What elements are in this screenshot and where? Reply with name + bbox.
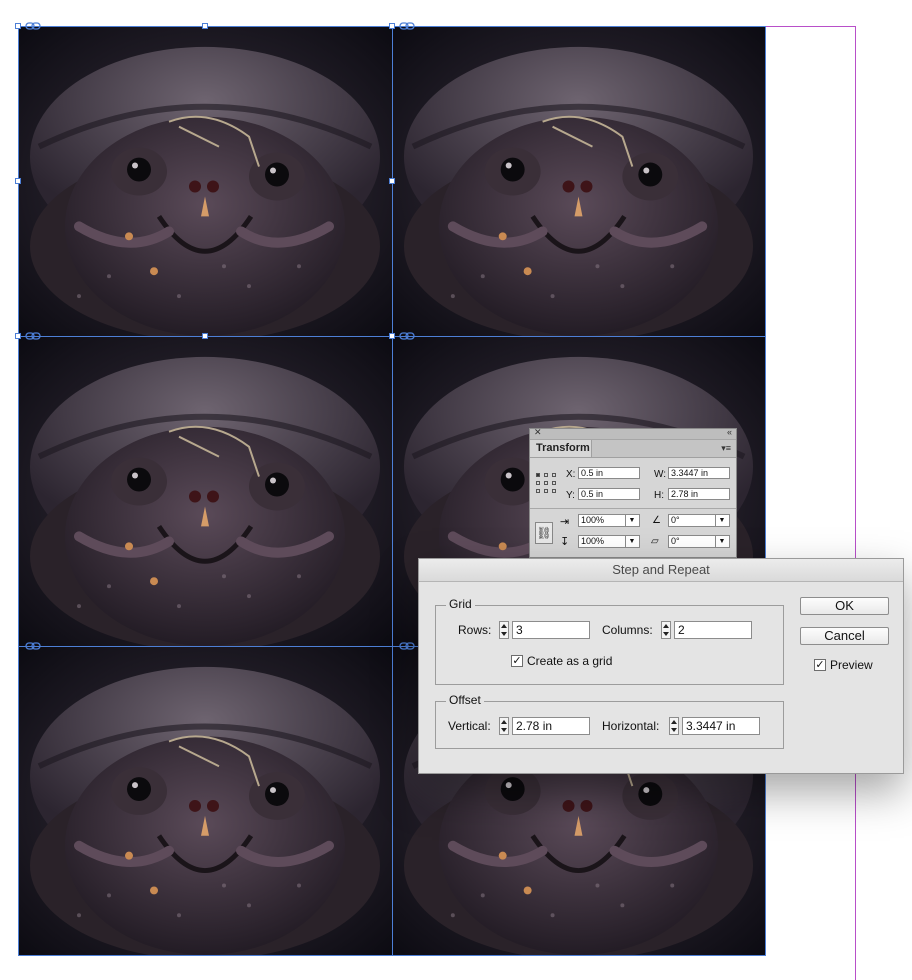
rows-label: Rows: — [458, 623, 492, 637]
image-frame-r1c2[interactable] — [392, 26, 766, 337]
shear-icon: ▱ — [651, 536, 659, 547]
y-field[interactable]: 0.5 in — [578, 488, 640, 500]
rows-stepper[interactable] — [499, 621, 509, 639]
vertical-stepper[interactable] — [499, 717, 509, 735]
selection-handle-ml[interactable] — [15, 178, 21, 184]
transform-panel-tabrow: Transform ▾≡ — [530, 440, 736, 458]
scale-y-value: 100% — [581, 536, 605, 546]
panel-menu-icon[interactable]: ▾≡ — [721, 443, 731, 454]
w-field[interactable]: 3.3447 in — [668, 467, 730, 479]
selection-handle-tl[interactable] — [15, 23, 21, 29]
constrain-proportions-icon[interactable]: ⛓ — [535, 522, 553, 544]
image-frame-r1c1[interactable] — [18, 26, 393, 337]
chevron-down-icon: ▼ — [625, 536, 638, 547]
selection-handle-bl[interactable] — [15, 333, 21, 339]
horizontal-field[interactable]: 3.3447 in — [682, 717, 760, 735]
chevron-down-icon: ▼ — [625, 515, 638, 526]
dialog-title[interactable]: Step and Repeat — [419, 559, 903, 582]
vertical-field[interactable]: 2.78 in — [512, 717, 590, 735]
create-as-grid-checkbox[interactable]: ✓ — [511, 655, 523, 667]
grid-legend: Grid — [446, 597, 475, 611]
tab-transform[interactable]: Transform — [530, 440, 592, 457]
page-guide-right — [855, 26, 856, 980]
chevron-down-icon: ▼ — [715, 515, 728, 526]
horizontal-stepper[interactable] — [669, 717, 679, 735]
rotate-dropdown[interactable]: 0° ▼ — [668, 514, 730, 527]
selection-handle-tm[interactable] — [202, 23, 208, 29]
stepper-arrows-icon — [499, 621, 509, 639]
selection-handle-mr[interactable] — [389, 178, 395, 184]
link-icon[interactable] — [399, 22, 415, 30]
reference-point-icon[interactable] — [536, 473, 556, 493]
collapse-icon[interactable]: « — [727, 427, 732, 437]
vertical-label: Vertical: — [448, 719, 491, 733]
selection-handle-bm[interactable] — [202, 333, 208, 339]
link-icon[interactable] — [399, 642, 415, 650]
grid-group: Grid Rows: 3 Columns: 2 ✓ Create as a gr… — [435, 597, 784, 685]
ok-button[interactable]: OK — [800, 597, 889, 615]
shear-value: 0° — [671, 536, 680, 546]
create-as-grid-label: Create as a grid — [527, 654, 613, 668]
stepper-arrows-icon — [499, 717, 509, 735]
rotate-icon: ∠ — [652, 515, 661, 526]
link-icon[interactable] — [25, 332, 41, 340]
stepper-arrows-icon — [661, 621, 671, 639]
columns-field[interactable]: 2 — [674, 621, 752, 639]
offset-legend: Offset — [446, 693, 484, 707]
rows-field[interactable]: 3 — [512, 621, 590, 639]
scale-y-icon: ↧ — [560, 536, 570, 548]
image-frame-r2c1[interactable] — [18, 336, 393, 647]
offset-group: Offset Vertical: 2.78 in Horizontal: 3.3… — [435, 693, 784, 749]
link-icon[interactable] — [25, 642, 41, 650]
selection-handle-br[interactable] — [389, 333, 395, 339]
image-frame-r3c1[interactable] — [18, 646, 393, 956]
selection-handle-tr[interactable] — [389, 23, 395, 29]
w-label: W: — [654, 469, 667, 480]
close-icon[interactable]: ✕ — [534, 427, 542, 438]
horizontal-label: Horizontal: — [602, 719, 660, 733]
scale-y-dropdown[interactable]: 100% ▼ — [578, 535, 640, 548]
turtle-photo — [393, 27, 765, 336]
turtle-photo — [19, 27, 392, 336]
stepper-arrows-icon — [669, 717, 679, 735]
columns-stepper[interactable] — [661, 621, 671, 639]
link-icon[interactable] — [25, 22, 41, 30]
step-and-repeat-dialog: Step and Repeat Grid Rows: 3 Columns: 2 … — [418, 558, 904, 774]
turtle-photo — [19, 337, 392, 646]
scale-x-value: 100% — [581, 515, 605, 525]
panel-divider — [530, 508, 736, 509]
scale-x-dropdown[interactable]: 100% ▼ — [578, 514, 640, 527]
cancel-button[interactable]: Cancel — [800, 627, 889, 645]
link-icon[interactable] — [399, 332, 415, 340]
x-label: X: — [566, 469, 576, 480]
transform-panel: ✕ « Transform ▾≡ X: 0.5 in W: 3.3447 in … — [529, 427, 737, 558]
chevron-down-icon: ▼ — [715, 536, 728, 547]
columns-label: Columns: — [602, 623, 653, 637]
x-field[interactable]: 0.5 in — [578, 467, 640, 479]
h-label: H: — [654, 490, 664, 501]
shear-dropdown[interactable]: 0° ▼ — [668, 535, 730, 548]
h-field[interactable]: 2.78 in — [668, 488, 730, 500]
y-label: Y: — [566, 490, 575, 501]
scale-x-icon: ⇥ — [560, 516, 570, 528]
preview-checkbox[interactable]: ✓ — [814, 659, 826, 671]
transform-panel-titlebar[interactable]: ✕ « — [530, 427, 736, 440]
rotate-value: 0° — [671, 515, 680, 525]
preview-label: Preview — [830, 658, 873, 672]
turtle-photo — [19, 647, 392, 955]
